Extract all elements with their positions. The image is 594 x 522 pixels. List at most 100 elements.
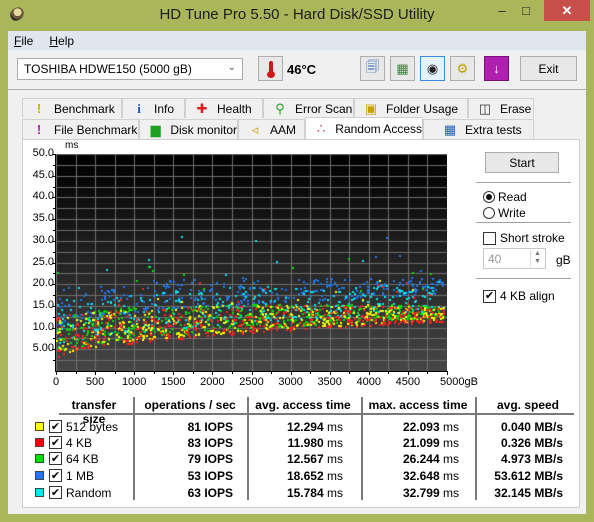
toolbar: TOSHIBA HDWE150 (5000 gB) ⌄ 46°C 🗐 ▦ ◉ ⚙… xyxy=(8,50,586,90)
menu-file[interactable]: File xyxy=(14,34,33,48)
y-tick-label: 40.0 xyxy=(32,190,54,203)
series-visible-checkbox[interactable]: ✔ xyxy=(49,436,62,449)
main-window: File Help TOSHIBA HDWE150 (5000 gB) ⌄ 46… xyxy=(8,31,586,514)
tab-file-benchmark[interactable]: ! File Benchmark xyxy=(22,119,139,139)
avg-speed-number: 0.040 xyxy=(500,420,535,434)
tab-folder-usage[interactable]: ▣ Folder Usage xyxy=(354,98,468,118)
x-tick-label: 4000 xyxy=(356,376,382,388)
result-row: ✔ 512 bytes 81 IOPS 12.294 ms 22.093 ms 0.040… xyxy=(23,419,578,435)
y-tick-label: 20.0 xyxy=(32,277,54,290)
copy-image-button[interactable]: ▦ xyxy=(390,56,415,81)
spin-up-icon[interactable]: ▲ xyxy=(531,250,544,258)
drive-select[interactable]: TOSHIBA HDWE150 (5000 gB) ⌄ xyxy=(17,58,243,80)
menu-help-mnemonic: H xyxy=(49,33,59,48)
ops-per-sec: 81 IOPS xyxy=(135,420,233,434)
4kb-align-check[interactable]: ✔ xyxy=(483,289,496,303)
max-access-time-number: 32.648 xyxy=(402,469,443,483)
4kb-align-checkbox[interactable]: ✔ 4 KB align xyxy=(483,289,555,303)
transfer-size-label: 4 KB xyxy=(66,436,93,450)
avg-speed-unit: MB/s xyxy=(534,486,563,500)
series-visible-checkbox[interactable]: ✔ xyxy=(49,486,62,499)
tab-label: File Benchmark xyxy=(54,122,138,137)
ops-per-sec: 53 IOPS xyxy=(135,469,233,483)
avg-speed: 0.040 MB/s xyxy=(478,420,563,434)
tab-erase[interactable]: ◫ Erase xyxy=(468,98,534,118)
options-button[interactable]: ⚙ xyxy=(450,56,475,81)
tab-error-scan[interactable]: ⚲ Error Scan xyxy=(263,98,354,118)
tab-label: Disk monitor xyxy=(170,122,237,137)
maximize-button[interactable]: □ xyxy=(513,0,539,21)
tab-health[interactable]: ✚ Health xyxy=(185,98,263,118)
temperature-button[interactable] xyxy=(258,56,283,81)
spin-down-icon[interactable]: ▼ xyxy=(531,258,544,266)
x-tick-label: 2000 xyxy=(200,376,225,388)
ops-per-sec-unit: IOPS xyxy=(204,486,233,500)
y-axis-unit-label: ms xyxy=(65,140,79,151)
copy-text-button[interactable]: 🗐 xyxy=(360,56,385,81)
magnifier-icon: ⚲ xyxy=(275,100,285,116)
tab-random-access[interactable]: ∴ Random Access xyxy=(305,117,423,139)
read-radio[interactable]: Read xyxy=(483,190,527,204)
ops-per-sec-number: 81 xyxy=(187,420,205,434)
series-visible-checkbox[interactable]: ✔ xyxy=(49,469,62,482)
screenshot-button[interactable]: ◉ xyxy=(420,56,445,81)
spin-arrows[interactable]: ▲ ▼ xyxy=(530,250,544,267)
avg-access-time-unit: ms xyxy=(327,436,343,450)
avg-access-time-unit: ms xyxy=(327,452,343,466)
start-button[interactable]: Start xyxy=(485,152,559,173)
read-radio-button[interactable] xyxy=(483,191,495,203)
max-access-time-unit: ms xyxy=(443,469,459,483)
avg-speed: 53.612 MB/s xyxy=(478,469,563,483)
series-color-swatch xyxy=(35,471,44,480)
header-max-access: max. access time xyxy=(368,398,468,412)
transfer-size-label: 512 bytes xyxy=(66,420,119,434)
write-radio[interactable]: Write xyxy=(483,206,526,220)
exit-button[interactable]: Exit xyxy=(520,56,577,81)
scatter-plot-area xyxy=(56,154,447,371)
tab-label: Health xyxy=(217,101,252,116)
minimize-button[interactable]: – xyxy=(489,0,515,21)
header-avg-speed: avg. speed xyxy=(496,398,560,412)
close-button[interactable]: ✕ xyxy=(544,0,590,21)
result-row: ✔ Random 63 IOPS 15.784 ms 32.799 ms 32.145 M… xyxy=(23,485,578,501)
tab-info[interactable]: i Info xyxy=(122,98,185,118)
series-visible-checkbox[interactable]: ✔ xyxy=(49,420,62,433)
menu-file-label: ile xyxy=(21,33,34,48)
avg-access-time: 15.784 ms xyxy=(248,486,343,500)
menu-help[interactable]: Help xyxy=(49,34,74,48)
tab-benchmark[interactable]: ! Benchmark xyxy=(22,98,122,118)
short-stroke-size-input[interactable]: 40 ▲ ▼ xyxy=(483,248,546,269)
max-access-time: 21.099 ms xyxy=(363,436,459,450)
save-results-button[interactable]: ↓ xyxy=(484,56,509,81)
header-avg-access: avg. access time xyxy=(255,398,351,412)
short-stroke-checkbox[interactable]: Short stroke xyxy=(483,231,565,245)
avg-access-time-unit: ms xyxy=(327,486,343,500)
4kb-align-label: 4 KB align xyxy=(500,289,555,303)
avg-speed: 4.973 MB/s xyxy=(478,452,563,466)
tab-strip: ! Benchmark i Info ✚ Health ⚲ Error Scan ▣ Fo… xyxy=(8,91,586,141)
divider xyxy=(476,182,571,183)
max-access-time-number: 22.093 xyxy=(402,420,443,434)
avg-speed-unit: MB/s xyxy=(534,436,563,450)
avg-speed: 32.145 MB/s xyxy=(478,486,563,500)
write-radio-button[interactable] xyxy=(483,207,495,219)
x-tick-label: 0 xyxy=(52,376,60,388)
series-color-swatch xyxy=(35,422,44,431)
avg-access-time: 11.980 ms xyxy=(248,436,343,450)
drive-select-value: TOSHIBA HDWE150 (5000 gB) xyxy=(24,62,192,76)
avg-speed-number: 32.145 xyxy=(494,486,535,500)
short-stroke-value: 40 xyxy=(488,252,502,266)
tab-label: Erase xyxy=(500,101,532,116)
tab-extra-tests[interactable]: ▦ Extra tests xyxy=(423,119,534,139)
max-access-time-unit: ms xyxy=(443,420,459,434)
tab-aam[interactable]: ◃ AAM xyxy=(238,119,305,139)
random-access-icon: ∴ xyxy=(317,120,326,136)
x-tick-label: 500 xyxy=(85,376,105,388)
series-visible-checkbox[interactable]: ✔ xyxy=(49,452,62,465)
gears-icon: ⚙ xyxy=(456,60,469,76)
tab-label: Extra tests xyxy=(465,122,522,137)
copy-text-icon: 🗐 xyxy=(366,58,379,74)
short-stroke-check[interactable] xyxy=(483,231,496,245)
transfer-size-label: 1 MB xyxy=(66,469,95,483)
tab-disk-monitor[interactable]: ▆ Disk monitor xyxy=(139,119,238,139)
